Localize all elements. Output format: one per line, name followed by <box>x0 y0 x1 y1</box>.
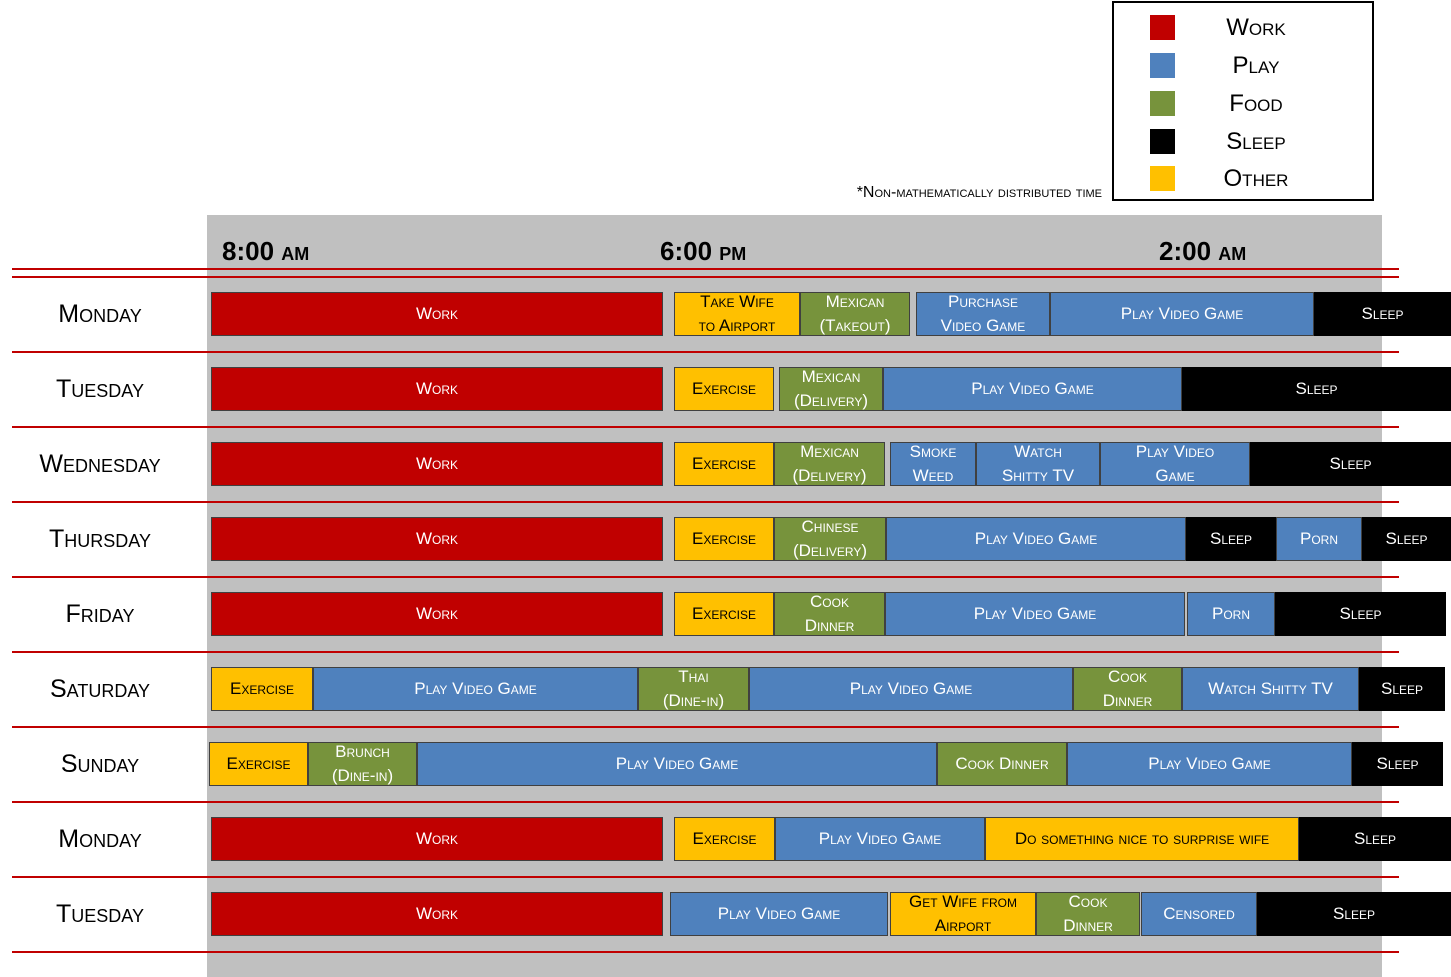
activity-sleep: Sleep <box>1250 442 1451 486</box>
day-label: Wednesday <box>39 450 161 478</box>
activity-play: Purchase Video Game <box>916 292 1050 336</box>
row-divider <box>12 726 1399 728</box>
activity-sleep: Sleep <box>1299 817 1451 861</box>
activity-sleep: Sleep <box>1275 592 1446 636</box>
legend-item-sleep: Sleep <box>1114 127 1372 157</box>
activity-sleep: Sleep <box>1186 517 1276 561</box>
activity-play: Play Video Game <box>313 667 638 711</box>
row-divider <box>12 801 1399 803</box>
activity-play: Play Video Game <box>417 742 937 786</box>
activity-play: Porn <box>1276 517 1362 561</box>
legend-swatch-sleep <box>1150 129 1175 154</box>
legend-item-other: Other <box>1114 164 1372 194</box>
activity-work: Work <box>211 292 663 336</box>
day-label: Saturday <box>49 675 150 703</box>
activity-play: Censored <box>1141 892 1257 936</box>
activity-play: Smoke Weed <box>890 442 976 486</box>
day-label: Friday <box>65 600 135 628</box>
activity-other: Exercise <box>674 517 774 561</box>
activity-other: Exercise <box>211 667 313 711</box>
row-divider <box>12 426 1399 428</box>
activity-food: Cook Dinner <box>774 592 885 636</box>
legend-label-work: Work <box>1226 14 1286 41</box>
row-divider <box>12 276 1399 278</box>
activity-other: Exercise <box>674 442 774 486</box>
activity-other: Exercise <box>674 367 774 411</box>
legend-label-sleep: Sleep <box>1226 128 1286 155</box>
activity-sleep: Sleep <box>1314 292 1451 336</box>
activity-play: Watch Shitty TV <box>1182 667 1359 711</box>
legend-swatch-other <box>1150 166 1175 191</box>
activity-other: Do something nice to surprise wife <box>985 817 1299 861</box>
activity-sleep: Sleep <box>1362 517 1451 561</box>
activity-food: Chinese (Delivery) <box>774 517 886 561</box>
legend-swatch-work <box>1150 15 1175 40</box>
activity-play: Play Video Game <box>885 592 1185 636</box>
activity-food: Cook Dinner <box>1073 667 1182 711</box>
activity-work: Work <box>211 592 663 636</box>
legend-swatch-food <box>1150 91 1175 116</box>
day-label: Monday <box>58 300 142 328</box>
activity-play: Play Video Game <box>1050 292 1314 336</box>
activity-play: Play Video Game <box>1100 442 1250 486</box>
time-label: 2:00 am <box>1159 236 1247 266</box>
activity-play: Play Video Game <box>775 817 985 861</box>
activity-sleep: Sleep <box>1352 742 1443 786</box>
day-label: Monday <box>58 825 142 853</box>
legend-swatch-play <box>1150 53 1175 78</box>
activity-work: Work <box>211 817 663 861</box>
day-label: Sunday <box>60 750 140 778</box>
activity-sleep: Sleep <box>1257 892 1451 936</box>
activity-other: Exercise <box>674 592 774 636</box>
row-divider <box>12 876 1399 878</box>
activity-other: Get Wife from Airport <box>890 892 1036 936</box>
activity-food: Mexican (Delivery) <box>779 367 883 411</box>
distribution-note: *Non-mathematically distributed time <box>856 184 1102 201</box>
activity-other: Exercise <box>674 817 775 861</box>
legend-label-food: Food <box>1229 90 1283 117</box>
activity-sleep: Sleep <box>1182 367 1451 411</box>
row-divider <box>12 651 1399 653</box>
legend-item-work: Work <box>1114 13 1372 43</box>
activity-play: Play Video Game <box>1067 742 1352 786</box>
activity-food: Thai (Dine-in) <box>638 667 749 711</box>
activity-food: Mexican (Takeout) <box>800 292 910 336</box>
activity-play: Watch Shitty TV <box>976 442 1100 486</box>
day-label: Tuesday <box>56 375 144 403</box>
row-divider <box>12 268 1399 270</box>
legend-label-play: Play <box>1232 52 1280 79</box>
day-label: Thursday <box>49 525 151 553</box>
activity-work: Work <box>211 892 663 936</box>
activity-other: Exercise <box>209 742 308 786</box>
activity-food: Mexican (Delivery) <box>774 442 885 486</box>
activity-food: Cook Dinner <box>937 742 1067 786</box>
row-divider <box>12 576 1399 578</box>
row-divider <box>12 501 1399 503</box>
row-divider <box>12 951 1399 953</box>
activity-play: Play Video Game <box>883 367 1182 411</box>
time-label: 8:00 am <box>222 236 310 266</box>
activity-work: Work <box>211 442 663 486</box>
activity-food: Cook Dinner <box>1036 892 1140 936</box>
activity-food: Brunch (Dine-in) <box>308 742 417 786</box>
time-label: 6:00 pm <box>660 236 747 266</box>
activity-other: Take Wife to Airport <box>674 292 800 336</box>
activity-play: Porn <box>1187 592 1275 636</box>
legend: Work Play Food Sleep Other <box>1112 1 1374 201</box>
activity-sleep: Sleep <box>1359 667 1445 711</box>
activity-play: Play Video Game <box>886 517 1186 561</box>
legend-label-other: Other <box>1223 165 1289 192</box>
day-label: Tuesday <box>56 900 144 928</box>
activity-work: Work <box>211 367 663 411</box>
legend-item-play: Play <box>1114 51 1372 81</box>
activity-play: Play Video Game <box>670 892 888 936</box>
activity-work: Work <box>211 517 663 561</box>
activity-play: Play Video Game <box>749 667 1073 711</box>
row-divider <box>12 351 1399 353</box>
legend-item-food: Food <box>1114 89 1372 119</box>
